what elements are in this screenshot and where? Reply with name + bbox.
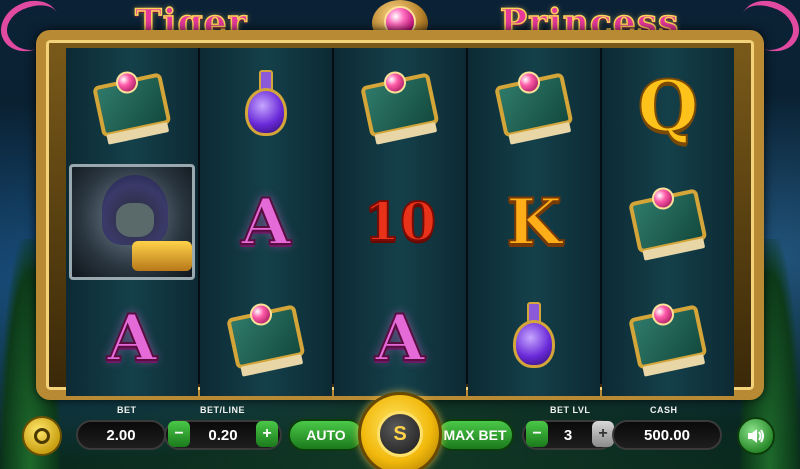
reel-cell: A	[334, 280, 466, 396]
max-bet-button[interactable]: MAX BET	[436, 419, 514, 451]
letter-symbol-A: A	[374, 300, 426, 377]
reel-5: Q	[602, 48, 734, 396]
hooded-tiger-symbol-icon	[69, 164, 195, 280]
reel-cell: 10	[334, 164, 466, 280]
letter-symbol-10: 10	[363, 191, 437, 254]
reel-cell	[66, 164, 198, 280]
spin-button[interactable]: S	[358, 392, 442, 469]
bet-label: BET	[117, 405, 137, 415]
reel-cell	[200, 280, 332, 396]
reel-cell	[468, 48, 600, 164]
book-symbol-icon	[623, 180, 714, 265]
reel-cell	[334, 48, 466, 164]
menu-icon	[34, 428, 50, 444]
potion-symbol-icon	[499, 298, 569, 378]
reel-1: A	[66, 48, 198, 396]
control-bar: BET 2.00 BET/LINE 0.20 − + AUTO MAX BET …	[0, 392, 800, 469]
auto-button[interactable]: AUTO	[288, 419, 364, 451]
reel-2: A	[200, 48, 332, 396]
reel-cell: K	[468, 164, 600, 280]
book-symbol-icon	[623, 296, 714, 381]
reel-grid: A A 10 A K Q	[66, 48, 734, 396]
reel-cell: A	[66, 280, 198, 396]
betlvl-label: BET LVL	[550, 405, 591, 415]
cash-label: CASH	[650, 405, 678, 415]
potion-symbol-icon	[231, 66, 301, 146]
cash-value-display: 500.00	[612, 420, 722, 450]
letter-symbol-Q: Q	[637, 64, 700, 149]
spin-label: S	[393, 422, 407, 445]
reel-cell: Q	[602, 48, 734, 164]
reel-cell: A	[200, 164, 332, 280]
betline-minus-button[interactable]: −	[168, 421, 190, 447]
betline-label: BET/LINE	[200, 405, 246, 415]
spin-inner-ring: S	[377, 411, 423, 457]
bet-value-display: 2.00	[76, 420, 166, 450]
book-symbol-icon	[87, 64, 178, 149]
letter-symbol-A: A	[240, 184, 292, 261]
reel-3: 10 A	[334, 48, 466, 396]
betline-plus-button[interactable]: +	[256, 421, 278, 447]
reel-cell	[468, 280, 600, 396]
letter-symbol-K: K	[505, 184, 563, 261]
letter-symbol-A: A	[106, 300, 158, 377]
book-symbol-icon	[489, 64, 580, 149]
book-symbol-icon	[355, 64, 446, 149]
betlvl-plus-button[interactable]: +	[592, 421, 614, 447]
betlvl-minus-button[interactable]: −	[526, 421, 548, 447]
reel-cell	[602, 280, 734, 396]
sound-button[interactable]	[737, 417, 775, 455]
speaker-icon	[748, 429, 764, 443]
reel-4: K	[468, 48, 600, 396]
book-symbol-icon	[221, 296, 312, 381]
reel-cell	[66, 48, 198, 164]
reel-cell	[200, 48, 332, 164]
menu-button[interactable]	[22, 416, 62, 456]
reel-cell	[602, 164, 734, 280]
